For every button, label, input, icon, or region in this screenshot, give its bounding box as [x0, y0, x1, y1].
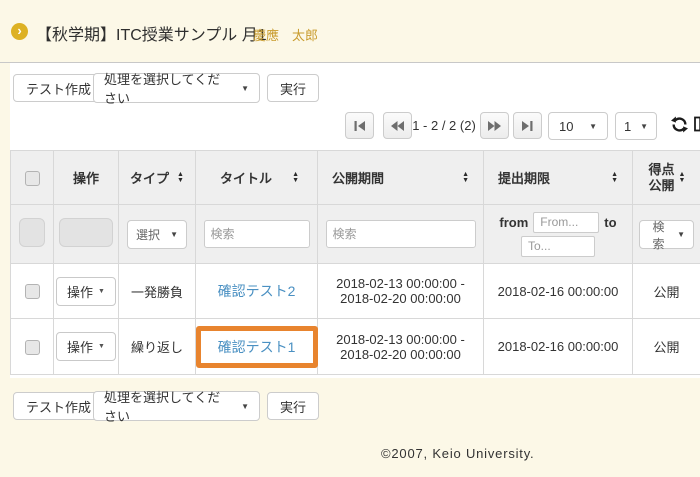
filter-disabled-box: [19, 218, 45, 247]
row-period-cell: 2018-02-13 00:00:00 - 2018-02-20 00:00:0…: [318, 264, 484, 319]
create-test-button-top[interactable]: テスト作成: [13, 74, 104, 102]
refresh-icon[interactable]: [671, 116, 688, 138]
to-label: to: [604, 215, 616, 230]
sort-icon[interactable]: ▲▼: [462, 172, 469, 184]
type-filter-select[interactable]: 選択 ▼: [127, 220, 187, 249]
table-row: 操作 ▼ 一発勝負 確認テスト2 2018-02-13 00:00:00 - 2…: [11, 264, 700, 319]
test-title-link[interactable]: 確認テスト1: [218, 339, 296, 355]
row-score-cell: 公開: [633, 264, 700, 319]
copyright-text: ©2007, Keio University.: [381, 446, 534, 461]
process-select-bottom[interactable]: 処理を選択してください ▼: [93, 391, 260, 421]
caret-down-icon: ▼: [98, 288, 105, 295]
table-row: 操作 ▼ 繰り返し 確認テスト1 2018-02-13 00:00:00 - 2…: [11, 319, 700, 375]
from-label: from: [499, 215, 528, 230]
caret-down-icon: ▼: [640, 122, 648, 131]
table-header-row: 操作 タイプ ▲▼ タイトル ▲▼ 公開期間 ▲▼: [11, 151, 700, 205]
col-header-type: タイプ: [130, 168, 169, 187]
first-page-icon: [354, 121, 365, 131]
user-name: 慶應 太郎: [253, 25, 318, 44]
execute-button-bottom[interactable]: 実行: [267, 392, 319, 420]
sort-icon[interactable]: ▲▼: [292, 172, 299, 184]
row-operation-button[interactable]: 操作 ▼: [56, 277, 116, 306]
create-test-button-bottom[interactable]: テスト作成: [13, 392, 104, 420]
col-header-title: タイトル: [220, 168, 272, 187]
process-select-value: 処理を選択してください: [104, 69, 233, 107]
page-number-value: 1: [624, 119, 631, 134]
caret-down-icon: ▼: [170, 230, 178, 239]
tests-table: 操作 タイプ ▲▼ タイトル ▲▼ 公開期間 ▲▼: [10, 150, 700, 375]
table-filter-row: 選択 ▼ from to: [11, 205, 700, 264]
score-filter-select[interactable]: 検索 ▼: [639, 220, 694, 249]
test-title-link[interactable]: 確認テスト2: [218, 283, 296, 299]
caret-down-icon: ▼: [98, 343, 105, 350]
per-page-value: 10: [559, 119, 573, 134]
title-search-input[interactable]: [204, 220, 310, 248]
prev-page-icon: [391, 121, 404, 131]
per-page-select[interactable]: 10 ▼: [548, 112, 608, 140]
period-search-input[interactable]: [326, 220, 476, 248]
row-type-cell: 繰り返し: [119, 319, 196, 375]
sort-icon[interactable]: ▲▼: [611, 172, 618, 184]
chevron-right-icon: ›: [11, 23, 28, 40]
prev-page-button[interactable]: [383, 112, 412, 139]
first-page-button[interactable]: [345, 112, 374, 139]
row-due-cell: 2018-02-16 00:00:00: [484, 264, 633, 319]
sort-icon[interactable]: ▲▼: [679, 172, 686, 184]
caret-down-icon: ▼: [241, 402, 249, 411]
caret-down-icon: ▼: [589, 122, 597, 131]
row-operation-button[interactable]: 操作 ▼: [56, 332, 116, 361]
process-select-value: 処理を選択してください: [104, 387, 233, 425]
last-page-button[interactable]: [513, 112, 542, 139]
select-all-checkbox[interactable]: [25, 171, 40, 186]
sort-icon[interactable]: ▲▼: [177, 172, 184, 184]
column-settings-icon[interactable]: [694, 116, 700, 137]
caret-down-icon: ▼: [241, 84, 249, 93]
next-page-icon: [488, 121, 501, 131]
lms-test-list-page: › 【秋学期】ITC授業サンプル 月1 慶應 太郎 テスト作成 処理を選択してく…: [0, 0, 700, 477]
row-period-cell: 2018-02-13 00:00:00 - 2018-02-20 00:00:0…: [318, 319, 484, 375]
row-score-cell: 公開: [633, 319, 700, 375]
row-type-cell: 一発勝負: [119, 264, 196, 319]
pagination-range: 1 - 2 / 2 (2): [411, 112, 477, 139]
last-page-icon: [522, 121, 533, 131]
execute-button-top[interactable]: 実行: [267, 74, 319, 102]
due-from-input[interactable]: [533, 212, 599, 233]
page-title: 【秋学期】ITC授業サンプル 月1: [36, 21, 267, 45]
due-to-input[interactable]: [521, 236, 595, 257]
page-number-select[interactable]: 1 ▼: [615, 112, 657, 140]
row-due-cell: 2018-02-16 00:00:00: [484, 319, 633, 375]
col-header-score: 得点公開: [648, 162, 676, 194]
next-page-button[interactable]: [480, 112, 509, 139]
row-checkbox[interactable]: [25, 284, 40, 299]
filter-disabled-box: [59, 218, 113, 247]
col-header-due: 提出期限: [498, 168, 550, 187]
process-select-top[interactable]: 処理を選択してください ▼: [93, 73, 260, 103]
col-header-operation: 操作: [73, 171, 99, 186]
col-header-period: 公開期間: [332, 168, 384, 187]
caret-down-icon: ▼: [677, 230, 685, 239]
row-checkbox[interactable]: [25, 340, 40, 355]
